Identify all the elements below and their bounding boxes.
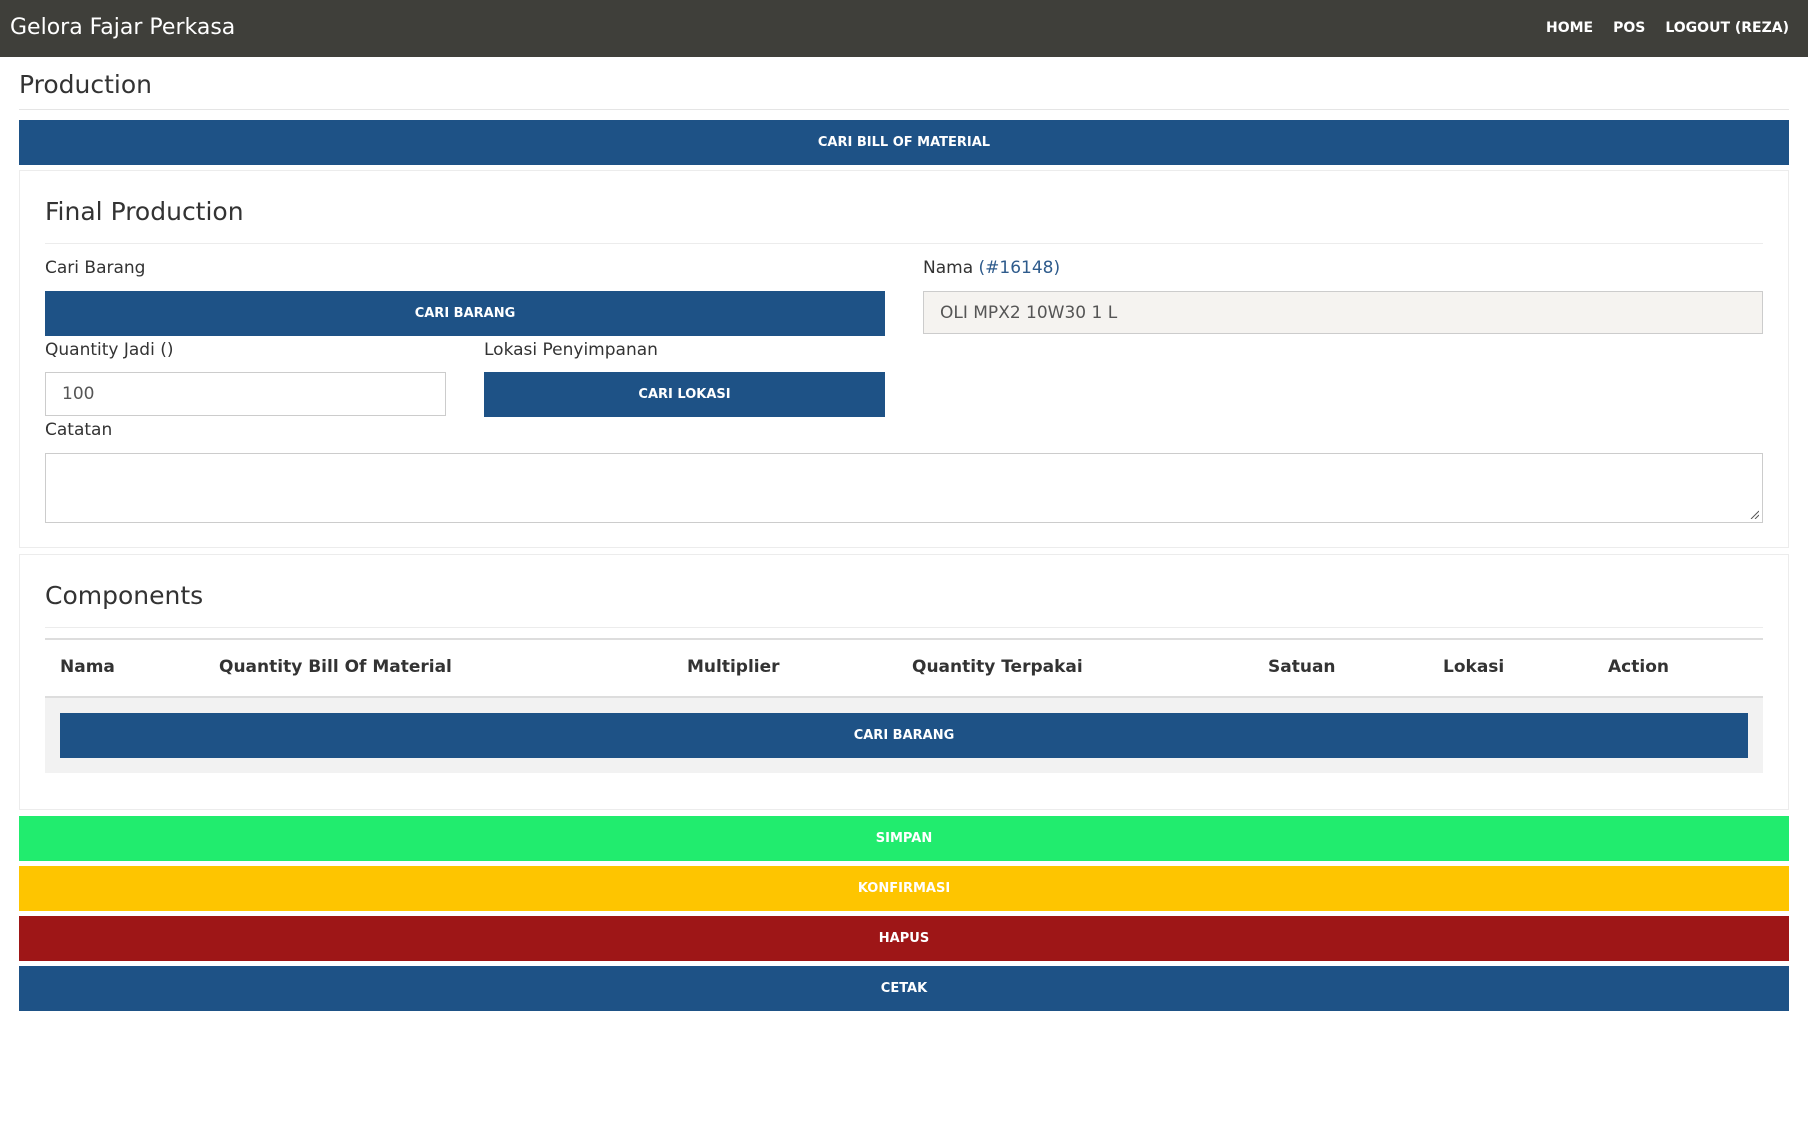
quantity-jadi-input[interactable]: 100 bbox=[45, 372, 446, 416]
components-cari-barang-button[interactable]: CARI BARANG bbox=[60, 713, 1748, 758]
nama-label: Nama (#16148) bbox=[923, 258, 1060, 278]
components-divider bbox=[45, 627, 1763, 628]
col-lokasi: Lokasi bbox=[1443, 657, 1505, 677]
top-navbar: Gelora Fajar Perkasa HOME POS LOGOUT (RE… bbox=[0, 0, 1808, 57]
col-action: Action bbox=[1608, 657, 1669, 677]
lokasi-penyimpanan-label: Lokasi Penyimpanan bbox=[484, 340, 658, 360]
quantity-jadi-label: Quantity Jadi () bbox=[45, 340, 174, 360]
catatan-textarea[interactable] bbox=[45, 453, 1763, 523]
search-bom-button[interactable]: CARI BILL OF MATERIAL bbox=[19, 120, 1789, 165]
table-top-border bbox=[45, 638, 1763, 640]
nav-links: HOME POS LOGOUT (REZA) bbox=[1546, 20, 1789, 36]
nav-pos[interactable]: POS bbox=[1613, 20, 1645, 36]
page-title: Production bbox=[19, 70, 153, 99]
simpan-button[interactable]: SIMPAN bbox=[19, 816, 1789, 861]
catatan-label: Catatan bbox=[45, 420, 113, 440]
cari-barang-label: Cari Barang bbox=[45, 258, 146, 278]
cari-barang-button[interactable]: CARI BARANG bbox=[45, 291, 885, 336]
nama-field[interactable]: OLI MPX2 10W30 1 L bbox=[923, 291, 1763, 334]
title-divider bbox=[19, 109, 1789, 110]
col-multiplier: Multiplier bbox=[687, 657, 780, 677]
nama-label-text: Nama bbox=[923, 258, 974, 278]
col-satuan: Satuan bbox=[1268, 657, 1336, 677]
col-quantity-terpakai: Quantity Terpakai bbox=[912, 657, 1083, 677]
brand-title[interactable]: Gelora Fajar Perkasa bbox=[10, 15, 235, 40]
nav-logout[interactable]: LOGOUT (REZA) bbox=[1665, 20, 1789, 36]
col-quantity-bom: Quantity Bill Of Material bbox=[219, 657, 452, 677]
components-title: Components bbox=[45, 581, 204, 610]
nav-home[interactable]: HOME bbox=[1546, 20, 1593, 36]
final-production-divider bbox=[45, 243, 1763, 244]
final-production-title: Final Production bbox=[45, 197, 244, 226]
konfirmasi-button[interactable]: KONFIRMASI bbox=[19, 866, 1789, 911]
resize-grip-icon[interactable] bbox=[1749, 509, 1759, 519]
hapus-button[interactable]: HAPUS bbox=[19, 916, 1789, 961]
cari-lokasi-button[interactable]: CARI LOKASI bbox=[484, 372, 885, 417]
col-nama: Nama bbox=[60, 657, 115, 677]
nama-id: (#16148) bbox=[978, 258, 1061, 278]
cetak-button[interactable]: CETAK bbox=[19, 966, 1789, 1011]
